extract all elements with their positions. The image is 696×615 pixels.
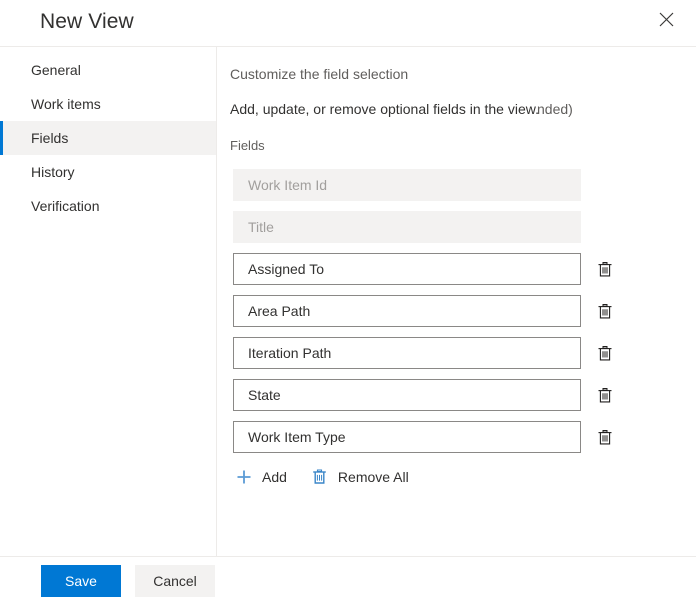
sidebar-item-verification[interactable]: Verification — [0, 189, 216, 223]
trash-icon — [597, 303, 613, 320]
field-row: Assigned To — [218, 248, 696, 290]
trash-icon — [597, 387, 613, 404]
sidebar-item-general[interactable]: General — [0, 53, 216, 87]
dialog-header: New View — [0, 0, 696, 47]
sidebar-item-fields[interactable]: Fields — [0, 121, 216, 155]
sidebar-item-label: Verification — [31, 198, 100, 214]
close-icon — [659, 12, 674, 27]
plus-icon — [234, 467, 254, 487]
description-fragment: nded) — [537, 101, 573, 117]
field-input-state[interactable]: State — [233, 379, 581, 411]
field-input-work-item-type[interactable]: Work Item Type — [233, 421, 581, 453]
sidebar: General Work items Fields History Verifi… — [0, 47, 217, 556]
sidebar-item-label: General — [31, 62, 81, 78]
delete-field-button[interactable] — [592, 256, 618, 282]
dialog-body: General Work items Fields History Verifi… — [0, 47, 696, 556]
field-row: Iteration Path — [218, 332, 696, 374]
field-input-area-path[interactable]: Area Path — [233, 295, 581, 327]
delete-field-button[interactable] — [592, 340, 618, 366]
remove-all-fields-label: Remove All — [337, 469, 409, 485]
remove-all-fields-button[interactable]: Remove All — [310, 467, 409, 487]
sidebar-item-history[interactable]: History — [0, 155, 216, 189]
main-panel: Customize the field selection Add, updat… — [218, 47, 696, 556]
new-view-dialog: New View General Work items Fields Histo… — [0, 0, 696, 615]
sidebar-item-work-items[interactable]: Work items — [0, 87, 216, 121]
field-input-iteration-path[interactable]: Iteration Path — [233, 337, 581, 369]
trash-icon — [310, 467, 330, 487]
field-actions: Add Remove All — [218, 461, 696, 493]
delete-field-button[interactable] — [592, 382, 618, 408]
fields-group-label: Fields — [230, 138, 265, 153]
add-field-button[interactable]: Add — [234, 467, 287, 487]
sidebar-item-label: Work items — [31, 96, 101, 112]
save-button[interactable]: Save — [41, 565, 121, 597]
field-row: State — [218, 374, 696, 416]
add-field-label: Add — [262, 469, 287, 485]
footer-buttons: Save Cancel — [41, 565, 215, 597]
trash-icon — [597, 345, 613, 362]
field-input-assigned-to[interactable]: Assigned To — [233, 253, 581, 285]
close-button[interactable] — [648, 2, 684, 36]
field-row: Title — [218, 206, 696, 248]
sidebar-item-label: History — [31, 164, 75, 180]
field-row: Area Path — [218, 290, 696, 332]
page-title: New View — [40, 10, 134, 33]
fields-list: Work Item Id Title Assigned To Area Path… — [218, 164, 696, 458]
sidebar-item-label: Fields — [31, 130, 69, 146]
field-input-title: Title — [233, 211, 581, 243]
dialog-footer: Save Cancel — [0, 556, 696, 615]
delete-field-button[interactable] — [592, 424, 618, 450]
field-input-work-item-id: Work Item Id — [233, 169, 581, 201]
trash-icon — [597, 429, 613, 446]
field-row: Work Item Type — [218, 416, 696, 458]
field-row: Work Item Id — [218, 164, 696, 206]
section-heading: Customize the field selection — [230, 66, 409, 82]
delete-field-button[interactable] — [592, 298, 618, 324]
cancel-button[interactable]: Cancel — [135, 565, 215, 597]
section-description: Add, update, or remove optional fields i… — [230, 101, 539, 117]
trash-icon — [597, 261, 613, 278]
